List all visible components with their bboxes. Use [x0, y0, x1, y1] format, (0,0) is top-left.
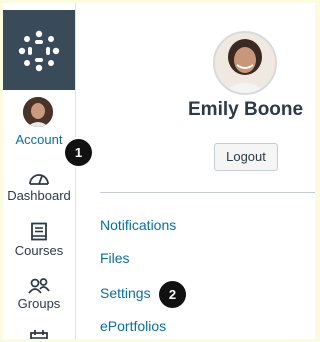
dashboard-icon	[29, 174, 49, 185]
calendar-icon	[30, 330, 48, 339]
sidebar-item-calendar[interactable]	[3, 330, 75, 339]
step-badge-2: 2	[159, 281, 186, 308]
logout-button[interactable]: Logout	[214, 143, 278, 171]
sidebar-item-courses[interactable]: Courses	[3, 222, 75, 258]
profile-avatar[interactable]	[213, 31, 277, 95]
group-icon	[28, 278, 50, 294]
divider	[100, 192, 315, 193]
settings-link[interactable]: Settings	[100, 285, 151, 301]
global-navigation: Account Dashboard Courses Groups	[3, 3, 75, 339]
files-link[interactable]: Files	[100, 250, 130, 266]
book-icon	[31, 222, 47, 241]
sidebar-item-label: Courses	[14, 243, 64, 258]
eportfolios-link[interactable]: ePortfolios	[100, 318, 166, 334]
sidebar-item-groups[interactable]: Groups	[3, 277, 75, 313]
step-badge-1: 1	[65, 139, 92, 166]
sidebar-item-label: Dashboard	[7, 188, 71, 203]
avatar	[23, 97, 53, 127]
account-tray: Emily Boone Logout Notifications Files S…	[75, 3, 315, 339]
canvas-logo[interactable]	[3, 10, 75, 90]
user-name: Emily Boone	[188, 99, 304, 120]
notifications-link[interactable]: Notifications	[100, 217, 176, 233]
sidebar-item-dashboard[interactable]: Dashboard	[3, 169, 75, 205]
app-frame: Account Dashboard Courses Groups Emily B…	[3, 3, 315, 339]
sidebar-item-label: Groups	[17, 296, 61, 311]
canvas-logo-icon	[18, 30, 60, 72]
